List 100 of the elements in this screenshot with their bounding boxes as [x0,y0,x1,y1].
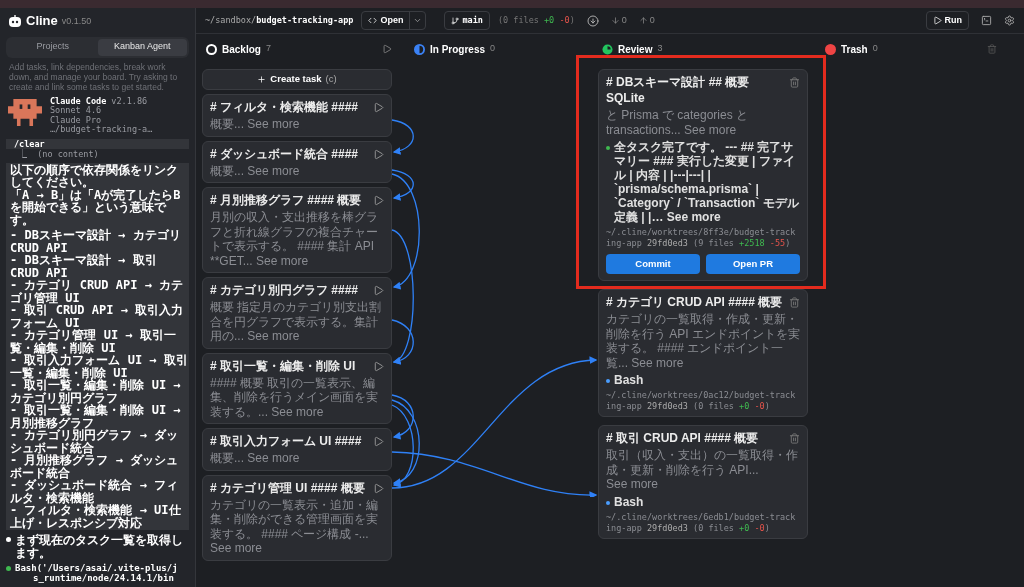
run-button[interactable]: Run [925,11,969,30]
task-card[interactable]: # カテゴリ CRUD API #### 概要 カテゴリの一覧取得・作成・更新・削除を行う API エンドポイントを実装する。 #### エンドポイント一覧... See more Bash ~/.cline/worktrees/0ac12/budget-tracking-app 29fd0ed3 (0 files +0 -0) [598,289,808,417]
commit-button[interactable]: Commit [606,254,700,274]
arrow-up-icon [638,16,648,25]
see-more-link[interactable]: See more [666,210,721,224]
task-title: # 取引 CRUD API #### 概要 [606,430,759,446]
sidebar-tab[interactable]: Projects [8,38,98,56]
open-pr-button[interactable]: Open PR [706,254,800,274]
task-card[interactable]: # 取引一覧・編集・削除 UI #### 概要 取引の一覧表示、編集、削除を行うメイン画面を実装する。... See more [202,352,392,424]
task-title: # 月別推移グラフ #### 概要 [210,192,362,208]
branch-icon [451,16,460,25]
play-icon[interactable] [373,195,384,206]
ahead-count: 0 [649,13,655,27]
task-title: # 取引一覧・編集・削除 UI [210,357,356,374]
pie-circle-icon [602,43,613,55]
play-icon[interactable] [382,44,392,54]
agent-version: v2.1.86 [111,96,148,106]
column-count: 0 [872,42,878,56]
see-more-link[interactable]: See more [247,329,300,343]
pixel-creature-icon [8,98,42,126]
task-description: 月別の収入・支出推移を棒グラフと折れ線グラフの複合チャートで表示する。 #### 集計 API **GET... See more [210,210,379,268]
see-more-link[interactable]: See more [631,355,684,370]
see-more-link[interactable]: See more [247,117,300,131]
task-card[interactable]: # カテゴリ別円グラフ #### 概要 指定月のカテゴリ別支出割合を円グラフで表示する。集計用の... See more [202,277,392,349]
play-icon [932,16,942,25]
code-icon [368,16,378,25]
trash-icon[interactable] [987,44,997,54]
agent-info: Sonnet 4.6 [50,106,103,116]
worktree-info: ~/.cline/worktrees/0ac12/budget-tracking-app 29fd0ed3 (0 files +0 -0) [606,390,797,412]
task-card[interactable]: # 取引入力フォーム UI #### 概要... See more [202,428,392,471]
task-card[interactable]: # カテゴリ管理 UI #### 概要 カテゴリの一覧表示・追加・編集・削除ができる管理画面を実装する。 #### ページ構成 -... See more [202,474,392,561]
change-summary: (0 files +0 -0) [497,14,575,27]
see-more-link[interactable]: See more [606,477,659,491]
sidebar-tab[interactable]: Kanban Agent [97,38,187,56]
task-description: と Prisma で categories と transactions... See more [606,108,750,137]
branch-button[interactable]: main [444,11,490,30]
column-count: 0 [490,42,496,56]
task-title: # フィルタ・検索機能 #### [210,99,359,115]
activity-text: Bash [614,373,644,387]
activity-text: 全タスク完了です。 --- ## 完了サマリー ### 実行した変更 | ファイル | 内容 | |---|---| | `prisma/schema.prisma` | `Category` / `Transaction` モデル定義 | |… See more [614,140,800,224]
column-title: Review [618,42,653,57]
task-title: # カテゴリ管理 UI #### 概要 [210,479,365,496]
see-more-link[interactable]: See more [247,451,300,465]
create-task-button[interactable]: Create task (c) [202,69,392,90]
trash-icon[interactable] [789,297,800,308]
see-more-link[interactable]: See more [271,404,324,419]
column-count: 7 [265,42,271,56]
settings-icon[interactable] [1004,15,1015,26]
column-title: Trash [841,42,868,57]
trash-icon[interactable] [789,77,800,88]
play-icon[interactable] [373,102,384,113]
play-icon[interactable] [373,482,384,494]
assistant-message: まず現在のタスク一覧を取得します。 [15,534,184,559]
activity-text: Bash [614,494,644,509]
tool-call-continuation: s_runtime/node/24.14.1/bin [33,573,175,583]
robot-icon [8,14,22,27]
column-title: Backlog [222,42,261,57]
sidebar-hint: Add tasks, link dependencies, break work down, and manage your board. Try asking to create and link some tasks to get started. [8,61,179,92]
play-icon[interactable] [373,148,384,160]
task-title: # カテゴリ CRUD API #### 概要 [606,294,783,310]
task-description: #### 概要 取引の一覧表示、編集、削除を行うメイン画面を実装する。... See more [210,375,379,419]
task-card[interactable]: # フィルタ・検索機能 #### 概要... See more [202,94,392,137]
task-description: カテゴリの一覧表示・追加・編集・削除ができる管理画面を実装する。 #### ページ構成 -... See more [210,497,379,556]
column-count: 3 [657,42,663,56]
play-icon[interactable] [373,436,384,447]
app-version: v0.1.50 [61,15,92,28]
task-card[interactable]: # ダッシュボード統合 #### 概要... See more [202,140,392,183]
see-more-link[interactable]: See more [210,541,263,555]
task-description: 概要... See more [210,117,301,132]
agent-name: Claude Code [50,96,107,106]
task-description: 概要 指定月のカテゴリ別支出割合を円グラフで表示する。集計用の... See more [210,300,383,344]
task-title: # DBスキーマ設計 ## 概要 SQLite [606,74,751,106]
tool-call: Bash('/Users/asai/.vite-plus/j [15,563,178,573]
see-more-link[interactable]: See more [256,253,309,268]
app-name: Cline [26,12,58,30]
caret-icon [413,16,423,25]
task-title: # ダッシュボード統合 #### [210,145,359,162]
agent-info: Claude Pro [50,115,103,125]
task-title: # 取引入力フォーム UI #### [210,433,362,449]
task-card[interactable]: # 取引 CRUD API #### 概要 取引（収入・支出）の一覧取得・作成・更新・削除を行う API... See more Bash ~/.cline/worktrees/6edb1/budget-tracking-app 29fd0ed3 (0 files +0 -0) [598,425,808,539]
worktree-info: ~/.cline/worktrees/8ff3e/budget-tracking-app 29fd0ed3 (9 files +2518 -55) [606,227,797,249]
prompt-message: 以下の順序で依存関係をリンクしてください。 「A → B」は「Aが完了したらBを開始できる」という意味です。 - DBスキーマ設計 → カテゴリ CRUD API - DBスキーマ設計 → 取引 CRUD API - カテゴリ CRUD API → カテゴリ管理 UI - 取引 CRUD API → 取引入力フォーム UI - カテゴリ管理 UI → 取引一覧・編集・削除 UI - 取引入力フォーム UI → 取引一覧・編集・削除 UI - 取引一覧・編集・削除 UI → カテゴリ別円グラフ - 取引一覧・編集・削除 UI → 月別推移グラフ - カテゴリ別円グラフ → ダッシュボード統合 - 月別推移グラフ → ダッシュボード統合 - ダッシュボード統合 → フィルタ・検索機能 - フィルタ・検索機能 → UI仕上げ・レスポンシブ対応 [6,162,189,530]
command-output: ⎿ (no content) [17,148,100,159]
arrow-down-icon [610,16,620,25]
see-more-link[interactable]: See more [247,163,300,178]
task-card[interactable] [598,69,808,281]
see-more-link[interactable]: See more [684,122,737,137]
task-card[interactable]: # 月別推移グラフ #### 概要 月別の収入・支出推移を棒グラフと折れ線グラフの複合チャートで表示する。 #### 集計 API **GET... See more [202,187,392,273]
task-title: # カテゴリ別円グラフ #### [210,282,359,298]
column-title: In Progress [430,42,486,57]
half-circle-icon [414,43,425,55]
trash-icon[interactable] [789,433,800,444]
agent-info: …/budget-tracking-a… [50,125,153,135]
task-description: 概要... See more [210,451,301,466]
behind-count: 0 [621,13,627,27]
play-icon[interactable] [373,285,384,296]
terminal-icon[interactable] [981,15,992,26]
fetch-icon[interactable] [586,14,599,27]
task-description: カテゴリの一覧取得・作成・更新・削除を行う API エンドポイントを実装する。 #### エンドポイント一覧... See more [606,312,800,370]
play-icon[interactable] [373,360,384,372]
